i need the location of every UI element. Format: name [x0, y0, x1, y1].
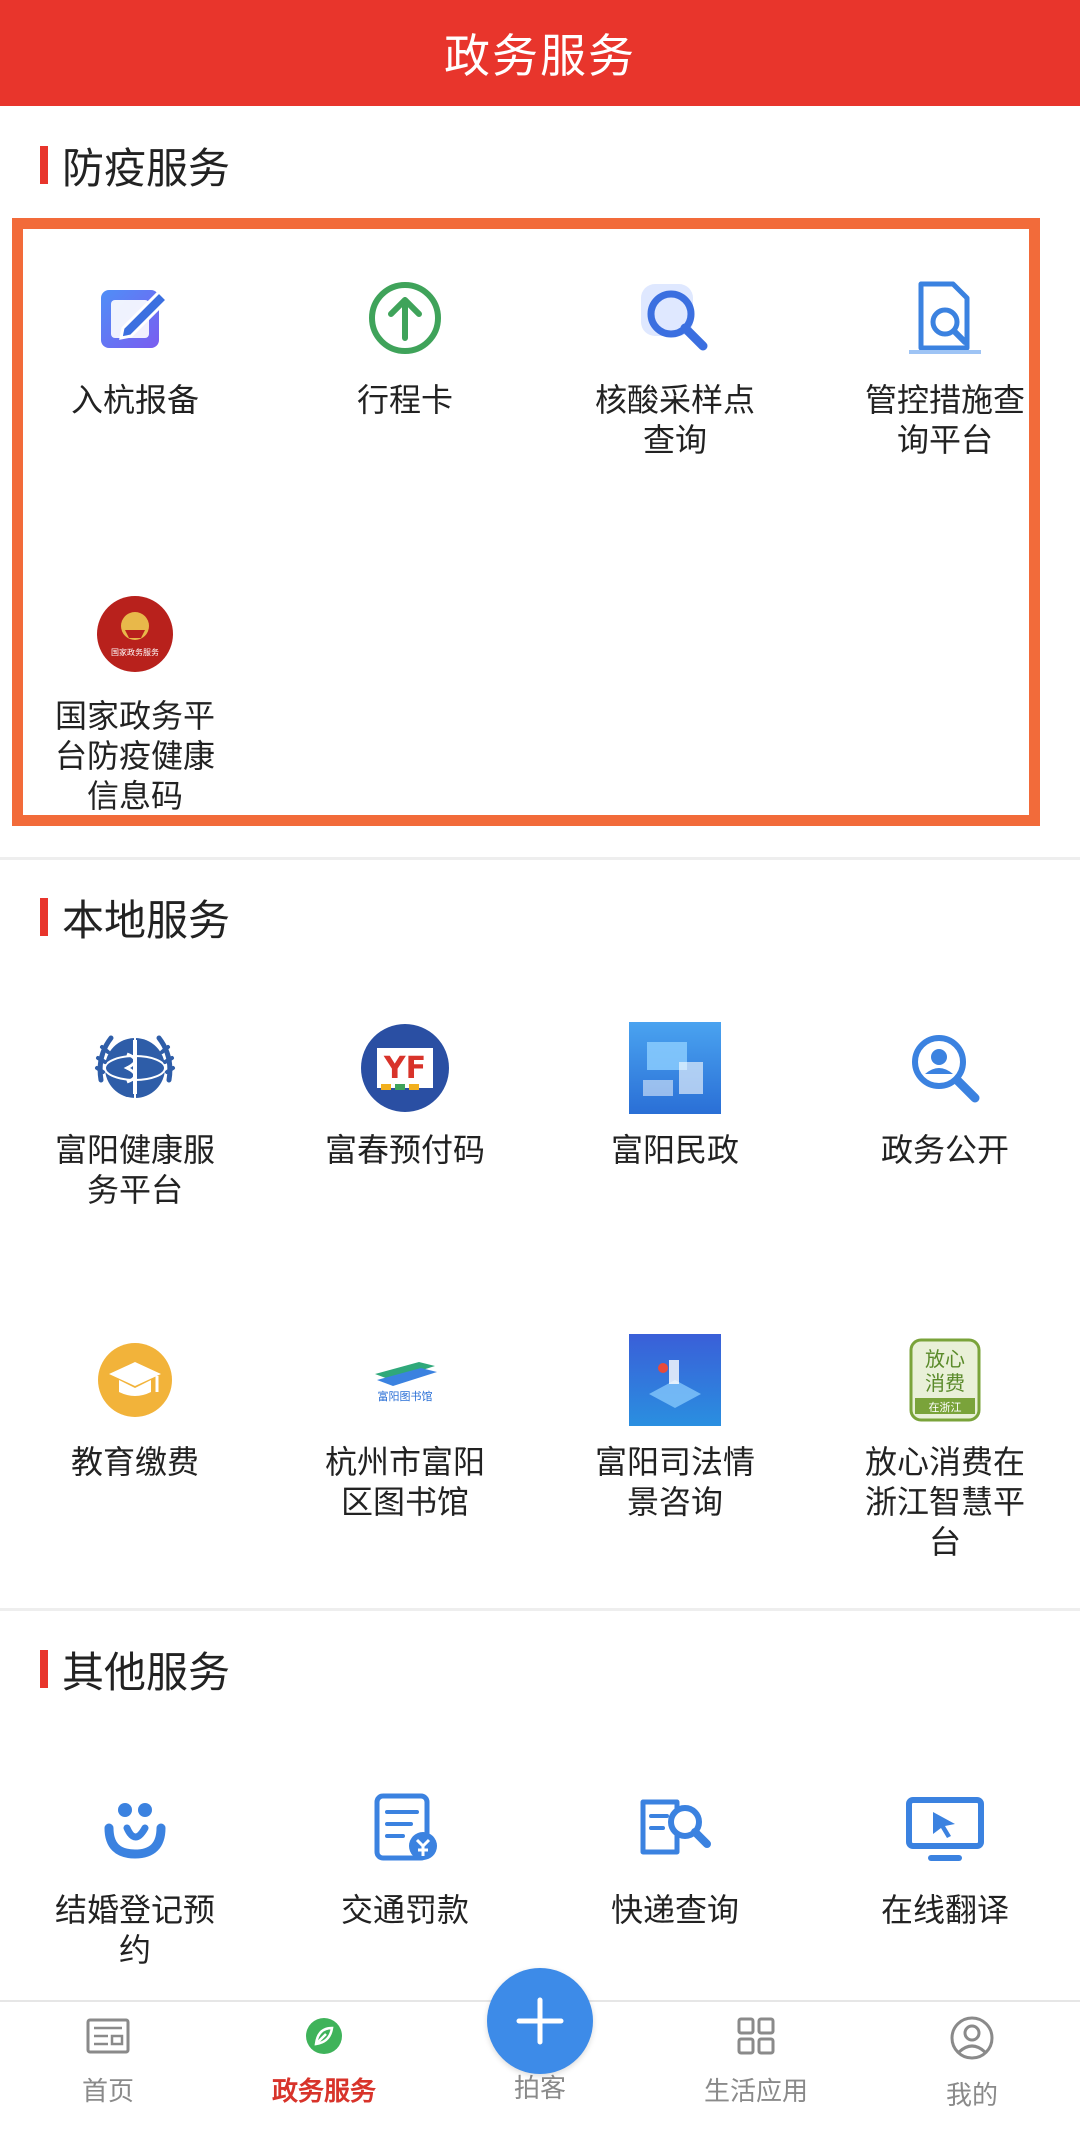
monitor-cursor-icon	[897, 1780, 993, 1876]
national-emblem-icon: 国家政务服务	[87, 586, 183, 682]
service-item-label: 入杭报备	[70, 381, 199, 419]
header-bar: 政务服务	[0, 0, 1080, 106]
upload-arrow-icon	[357, 270, 453, 366]
justice-illustration-icon	[627, 1332, 723, 1428]
service-item-label: 放心消费在浙江智慧平台	[864, 1443, 1025, 1561]
traffic-fine-icon	[357, 1780, 453, 1876]
service-item-label: 在线翻译	[880, 1891, 1009, 1929]
section-accent-bar	[40, 146, 48, 184]
service-item-label: 富阳健康服务平台	[54, 1131, 215, 1209]
service-item-fuyang-library[interactable]: 富阳图书馆 杭州市富阳区图书馆	[270, 1332, 540, 1522]
user-search-icon	[897, 1020, 993, 1116]
service-item-label: 富阳司法情景咨询	[594, 1443, 755, 1521]
service-item-gov-disclosure[interactable]: 政务公开	[810, 1020, 1080, 1170]
svg-text:国家政务服务: 国家政务服务	[111, 647, 159, 657]
consumer-badge-icon: 放心 消费 在浙江	[897, 1332, 993, 1428]
svg-text:放心: 放心	[925, 1347, 965, 1371]
section-title-text: 本地服务	[62, 895, 231, 945]
yf-logo-icon: YF	[357, 1020, 453, 1116]
service-item-education-fee[interactable]: 教育缴费	[0, 1332, 270, 1482]
leaf-icon	[302, 2014, 346, 2065]
service-item-label: 核酸采样点查询	[594, 381, 755, 459]
tab-profile[interactable]: 我的	[864, 2014, 1080, 2112]
service-item-label: 富阳民政	[610, 1131, 739, 1169]
newspaper-icon	[84, 2014, 132, 2065]
section-accent-bar	[40, 1650, 48, 1688]
tab-home[interactable]: 首页	[0, 2014, 216, 2108]
tab-life-apps[interactable]: 生活应用	[648, 2014, 864, 2108]
section-title-text: 其他服务	[62, 1647, 231, 1697]
who-emblem-icon	[87, 1020, 183, 1116]
service-item-control-measures[interactable]: 管控措施查询平台	[810, 270, 1080, 460]
svg-text:富阳图书馆: 富阳图书馆	[378, 1389, 433, 1403]
service-item-express-search[interactable]: 快递查询	[540, 1780, 810, 1930]
service-item-label: 教育缴费	[70, 1443, 199, 1481]
page-title: 政务服务	[444, 29, 636, 83]
service-item-fuchun-prepay[interactable]: YF 富春预付码	[270, 1020, 540, 1170]
service-item-label: 杭州市富阳区图书馆	[324, 1443, 485, 1521]
tab-label: 我的	[945, 2081, 998, 2111]
section-title-local: 本地服务	[40, 890, 230, 945]
service-item-label: 交通罚款	[340, 1891, 469, 1929]
service-item-online-translation[interactable]: 在线翻译	[810, 1780, 1080, 1930]
edit-square-icon	[87, 270, 183, 366]
tab-label: 政务服务	[271, 2077, 376, 2107]
grid-icon	[734, 2014, 778, 2065]
tab-label: 首页	[81, 2077, 134, 2107]
service-item-label: 国家政务平台防疫健康信息码	[54, 697, 215, 815]
svg-text:在浙江: 在浙江	[929, 1401, 962, 1414]
plus-icon	[516, 1997, 564, 2045]
service-item-label: 行程卡	[356, 381, 453, 419]
service-item-fuyang-health[interactable]: 富阳健康服务平台	[0, 1020, 270, 1210]
service-item-label: 管控措施查询平台	[864, 381, 1025, 459]
plus-button[interactable]	[487, 1968, 593, 2074]
service-item-national-health-code[interactable]: 国家政务服务 国家政务平台防疫健康信息码	[0, 586, 270, 816]
service-item-label: 快递查询	[610, 1891, 739, 1929]
tab-label: 生活应用	[703, 2077, 808, 2107]
service-item-marriage-booking[interactable]: 结婚登记预约	[0, 1780, 270, 1970]
service-item-label: 结婚登记预约	[54, 1891, 215, 1969]
section-title-other: 其他服务	[40, 1642, 230, 1697]
service-item-consumer-zhejiang[interactable]: 放心 消费 在浙江 放心消费在浙江智慧平台	[810, 1332, 1080, 1562]
section-title-text: 防疫服务	[62, 143, 231, 193]
service-item-fuyang-justice[interactable]: 富阳司法情景咨询	[540, 1332, 810, 1522]
library-logo-icon: 富阳图书馆	[357, 1332, 453, 1428]
profile-icon	[948, 2014, 996, 2069]
section-title-epidemic: 防疫服务	[40, 138, 230, 193]
tab-gov-services[interactable]: 政务服务	[216, 2014, 432, 2108]
marriage-icon	[87, 1780, 183, 1876]
service-item-label: 政务公开	[880, 1131, 1009, 1169]
section-divider	[0, 1608, 1080, 1611]
service-item-traffic-fine[interactable]: 交通罚款	[270, 1780, 540, 1930]
magnifier-icon	[627, 270, 723, 366]
service-item-label: 富春预付码	[324, 1131, 485, 1169]
service-item-fuyang-civil[interactable]: 富阳民政	[540, 1020, 810, 1170]
document-search-icon	[897, 270, 993, 366]
section-accent-bar	[40, 898, 48, 936]
service-item-hangzhou-report[interactable]: 入杭报备	[0, 270, 270, 420]
service-item-trip-card[interactable]: 行程卡	[270, 270, 540, 420]
section-divider	[0, 857, 1080, 860]
svg-text:YF: YF	[383, 1051, 426, 1086]
express-search-icon	[627, 1780, 723, 1876]
svg-text:消费: 消费	[925, 1371, 965, 1395]
service-item-nucleic-test-sites[interactable]: 核酸采样点查询	[540, 270, 810, 460]
graduation-cap-icon	[87, 1332, 183, 1428]
civil-affairs-illustration-icon	[627, 1020, 723, 1116]
